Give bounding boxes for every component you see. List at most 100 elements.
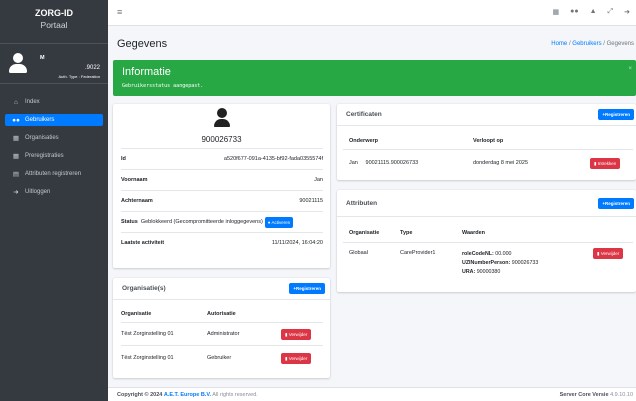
- attributes-header: Attributen +Registreren: [337, 190, 636, 217]
- home-icon: ⌂: [14, 98, 18, 106]
- breadcrumb-current: Gegevens: [606, 41, 634, 47]
- breadcrumb-users[interactable]: Gebruikers: [572, 41, 601, 47]
- id-label: Id: [121, 156, 126, 162]
- firstname-value: Jan: [314, 177, 323, 183]
- logout-icon: ➜: [13, 189, 19, 196]
- profile-avatar-icon: [214, 108, 230, 127]
- delete-button[interactable]: ▮ Verwijder: [281, 329, 312, 340]
- sidebar-item-gebruikers[interactable]: ●● Gebruikers: [5, 114, 103, 126]
- list-icon: ▤: [12, 171, 20, 178]
- logout-icon[interactable]: ➜: [624, 8, 630, 16]
- profile-row-id: Id a520f677-091a-4135-bf92-fada0355574f: [121, 148, 323, 169]
- sidebar-item-label: Index: [25, 99, 40, 105]
- auth-type: Auth. Type : Federation: [58, 74, 100, 79]
- table-row: Jan 90021115.900026733 donderdag 8 mei 2…: [349, 160, 528, 166]
- close-icon[interactable]: ×: [628, 66, 632, 72]
- lastname-label: Achternaam: [121, 198, 153, 204]
- organisations-title: Organisatie(s): [122, 285, 166, 292]
- attr-val: 00.000: [495, 251, 512, 257]
- id-value: a520f677-091a-4135-bf92-fada0355574f: [223, 156, 323, 162]
- brand-title: ZORG-ID: [35, 8, 73, 18]
- organisations-card: Organisatie(s) +Registreren Organisatie …: [113, 278, 330, 378]
- certificates-header: Certificaten +Registreren: [337, 104, 636, 126]
- sidebar-item-label: Attributen registreren: [25, 171, 82, 177]
- profile-card: 900026733 Id a520f677-091a-4135-bf92-fad…: [113, 104, 330, 268]
- brand[interactable]: ZORG-ID Portaal: [0, 0, 108, 44]
- version-label: Server Core Versie: [559, 392, 609, 398]
- user-id: .9022: [84, 65, 100, 71]
- sidebar-item-index[interactable]: ⌂ Index: [5, 96, 103, 108]
- sidebar-item-label: Uitloggen: [25, 189, 51, 195]
- company-link[interactable]: A.E.T. Europe B.V.: [164, 392, 211, 398]
- certificates-card: Certificaten +Registreren Onderwerp Verl…: [337, 104, 636, 180]
- column-header: Waarden: [462, 230, 486, 236]
- delete-button[interactable]: ▮ Verwijder: [281, 353, 312, 364]
- banner-message: Gebruikersstatus aangepast.: [122, 83, 204, 89]
- fullscreen-icon[interactable]: ⤢: [608, 8, 614, 16]
- register-organisation-button[interactable]: +Registreren: [289, 283, 325, 294]
- profile-name: 900026733: [201, 135, 242, 144]
- user-avatar-icon: [9, 53, 27, 73]
- page-title: Gegevens: [117, 38, 168, 50]
- activate-button[interactable]: ● Activeren: [264, 216, 294, 228]
- delete-button[interactable]: ▮ Verwijder: [593, 248, 624, 259]
- org-auth: Administrator: [207, 331, 240, 337]
- organisations-header: Organisatie(s) +Registreren: [113, 278, 330, 300]
- activity-value: 11/11/2024, 16:04:20: [271, 240, 323, 246]
- attr-type: CareProvider1: [400, 250, 436, 256]
- register-attribute-button[interactable]: +Registreren: [598, 198, 634, 209]
- footer: Copyright © 2024 A.E.T. Europe B.V. All …: [108, 387, 636, 401]
- breadcrumb: Home / Gebruikers / Gegevens: [551, 41, 634, 47]
- brand-subtitle: Portaal: [40, 20, 68, 30]
- column-header: Verloopt op: [473, 138, 504, 144]
- sidebar-item-label: Preregistraties: [25, 153, 64, 159]
- column-header: Organisatie: [121, 311, 152, 317]
- attr-values: roleCodeNL: 00.000 UZINumberPerson: 9000…: [462, 250, 538, 277]
- sidebar-item-attributen[interactable]: ▤ Attributen registreren: [5, 168, 103, 180]
- topbar: ≡ ▦ ●● ▲ ⤢ ➜: [108, 0, 636, 26]
- org-name: Tëst Zorginstelling 01: [121, 355, 174, 361]
- attributes-title: Attributen: [346, 200, 378, 207]
- column-header: Type: [400, 230, 413, 236]
- sidebar: ZORG-ID Portaal M .9022 Auth. Type : Fed…: [0, 0, 108, 401]
- attr-val: 90000380: [476, 269, 501, 275]
- status-value: Geblokkeerd (Gecompromitteerde inloggege…: [140, 219, 263, 225]
- profile-row-activity: Laatste activiteit 11/11/2024, 16:04:20: [121, 232, 323, 253]
- sidebar-nav: ⌂ Index ●● Gebruikers ▦ Organisaties ▦ P…: [0, 84, 108, 198]
- user-icon[interactable]: ▲: [590, 8, 597, 16]
- topbar-icons: ▦ ●● ▲ ⤢ ➜: [552, 8, 630, 16]
- sidebar-item-label: Organisaties: [25, 135, 59, 141]
- table-header: Organisatie Type Waarden: [349, 230, 485, 236]
- footer-copyright: Copyright © 2024 A.E.T. Europe B.V. All …: [117, 392, 258, 398]
- attr-key: URA:: [462, 269, 476, 275]
- sidebar-item-uitloggen[interactable]: ➜ Uitloggen: [5, 186, 103, 198]
- status-label: Status: [121, 219, 138, 225]
- copyright-prefix: Copyright © 2024: [117, 392, 163, 398]
- register-certificate-button[interactable]: +Registreren: [598, 109, 634, 120]
- column-header: Onderwerp: [349, 138, 379, 144]
- column-header: Autorisatie: [207, 311, 236, 317]
- revoke-button[interactable]: ▮ Intrekken: [590, 158, 621, 169]
- sidebar-item-preregistraties[interactable]: ▦ Preregistraties: [5, 150, 103, 162]
- sidebar-item-organisaties[interactable]: ▦ Organisaties: [5, 132, 103, 144]
- attr-key: roleCodeNL:: [462, 251, 494, 257]
- menu-toggle-icon[interactable]: ≡: [117, 7, 122, 17]
- banner-title: Informatie: [122, 66, 171, 78]
- cert-expires: donderdag 8 mei 2025: [473, 160, 529, 166]
- org-auth: Gebruiker: [207, 355, 232, 361]
- version-value: 4.9.10.10: [610, 392, 633, 398]
- table-header: Onderwerp Verloopt op: [349, 138, 503, 144]
- attr-val: 900026733: [511, 260, 539, 266]
- users-icon: ●●: [12, 116, 20, 124]
- user-panel: M .9022 Auth. Type : Federation: [0, 44, 108, 84]
- column-header: Organisatie: [349, 230, 380, 236]
- attr-org: Globaal: [349, 250, 368, 256]
- users-icon[interactable]: ●●: [570, 8, 578, 16]
- table-header: Organisatie Autorisatie: [121, 311, 236, 317]
- building-icon[interactable]: ▦: [552, 8, 559, 16]
- breadcrumb-home[interactable]: Home: [551, 41, 567, 47]
- rights-text: All rights reserved.: [212, 392, 258, 398]
- user-name: M: [40, 55, 45, 61]
- attributes-card: Attributen +Registreren Organisatie Type…: [337, 190, 636, 292]
- table-row: Tëst Zorginstelling 01 Administrator: [121, 331, 239, 337]
